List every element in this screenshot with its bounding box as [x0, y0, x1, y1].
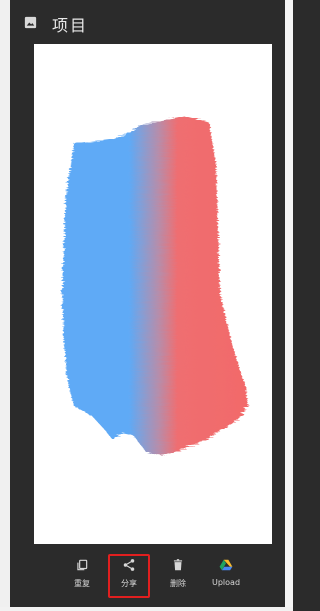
screen-edge-left [0, 0, 10, 611]
paint-stroke [62, 116, 248, 456]
share-button[interactable]: 分享 [108, 554, 150, 598]
delete-button[interactable]: 删除 [156, 556, 200, 602]
google-drive-icon [219, 559, 233, 571]
upload-button[interactable]: Upload [204, 556, 248, 602]
top-bar: 项目 [0, 0, 293, 46]
page-title: 项目 [52, 16, 89, 35]
delete-label: 删除 [170, 579, 186, 588]
drawing-canvas[interactable] [34, 44, 272, 544]
duplicate-button[interactable]: 重复 [60, 556, 104, 602]
duplicate-label: 重复 [74, 579, 90, 588]
share-icon [123, 559, 135, 571]
image-icon[interactable] [23, 15, 38, 30]
bottom-action-bar: 重复 分享 删除 Upload [0, 548, 293, 611]
screen-edge-right [285, 0, 293, 611]
copy-icon [77, 559, 88, 571]
delete-icon [173, 559, 183, 571]
painting [62, 116, 248, 456]
share-label: 分享 [121, 579, 137, 588]
upload-label: Upload [211, 578, 241, 587]
